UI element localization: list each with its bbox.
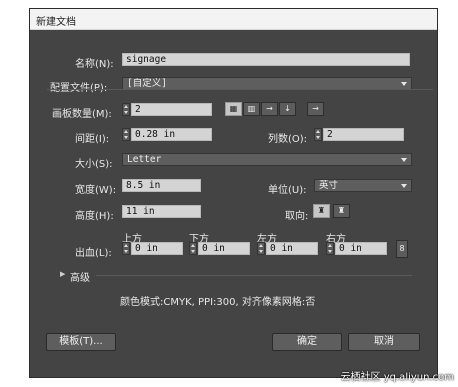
spacing-spinner[interactable] xyxy=(122,128,130,141)
width-label: 宽度(W): xyxy=(75,185,117,196)
size-label: 大小(S): xyxy=(75,159,113,170)
bleed-top-spinner[interactable] xyxy=(122,242,130,255)
units-select[interactable]: 英寸 xyxy=(314,179,412,192)
units-select-value: 英寸 xyxy=(319,180,339,191)
spacing-input[interactable]: 0.28 in xyxy=(131,128,212,141)
bleed-right-input[interactable]: 0 in xyxy=(335,242,387,255)
document-info-text: 颜色模式:CMYK, PPI:300, 对齐像素网格:否 xyxy=(120,297,316,308)
size-select[interactable]: Letter xyxy=(122,153,412,166)
artboard-count-input[interactable]: 2 xyxy=(131,103,212,116)
new-document-dialog: 新建文档 名称(N): signage 配置文件(P): [自定义] 画板数量(… xyxy=(29,8,438,378)
cancel-button[interactable]: 取消 xyxy=(348,333,420,351)
arrange-by-row-icon[interactable]: → xyxy=(261,102,278,116)
landscape-icon[interactable]: ♜ xyxy=(333,204,350,218)
ok-button[interactable]: 确定 xyxy=(272,333,342,351)
grid-by-row-icon[interactable]: ▦ xyxy=(225,102,242,116)
bleed-right-spinner[interactable] xyxy=(326,242,334,255)
columns-label: 列数(O): xyxy=(268,134,308,145)
portrait-icon[interactable]: ♜ xyxy=(313,204,330,218)
dialog-title: 新建文档 xyxy=(36,17,76,28)
name-label: 名称(N): xyxy=(75,59,114,70)
profile-select-value: [自定义] xyxy=(127,78,167,89)
units-label: 单位(U): xyxy=(268,185,307,196)
height-input[interactable]: 11 in xyxy=(122,205,201,218)
chevron-down-icon xyxy=(401,82,407,86)
bleed-top-input[interactable]: 0 in xyxy=(131,242,183,255)
columns-spinner[interactable] xyxy=(314,128,322,141)
watermark-text: 云栖社区 yq.aliyun.com xyxy=(340,372,454,383)
bleed-left-spinner[interactable] xyxy=(257,242,265,255)
name-input[interactable]: signage xyxy=(122,53,410,66)
bleed-left-input[interactable]: 0 in xyxy=(266,242,318,255)
grid-by-column-icon[interactable]: ▥ xyxy=(243,102,260,116)
height-label: 高度(H): xyxy=(75,211,114,222)
advanced-label[interactable]: 高级 xyxy=(70,269,90,284)
chevron-down-icon xyxy=(401,184,407,188)
columns-input[interactable]: 2 xyxy=(323,128,404,141)
chain-link-icon[interactable]: 8 xyxy=(396,240,408,258)
bleed-bottom-input[interactable]: 0 in xyxy=(198,242,250,255)
bleed-bottom-spinner[interactable] xyxy=(189,242,197,255)
chevron-down-icon xyxy=(401,158,407,162)
orientation-label: 取向: xyxy=(285,211,309,222)
width-input[interactable]: 8.5 in xyxy=(122,179,201,192)
arrange-by-column-icon[interactable]: ↓ xyxy=(279,102,296,116)
bleed-label: 出血(L): xyxy=(75,248,112,259)
size-select-value: Letter xyxy=(127,154,162,165)
artboard-count-label: 画板数量(M): xyxy=(52,109,112,120)
spacing-label: 间距(I): xyxy=(75,134,110,145)
artboard-count-spinner[interactable] xyxy=(122,103,130,116)
templates-button[interactable]: 模板(T)... xyxy=(46,333,116,351)
disclosure-triangle-icon[interactable]: ▶ xyxy=(60,270,65,278)
advanced-divider xyxy=(96,275,412,276)
dialog-titlebar[interactable]: 新建文档 xyxy=(30,9,437,30)
right-to-left-icon[interactable]: → xyxy=(307,102,324,116)
